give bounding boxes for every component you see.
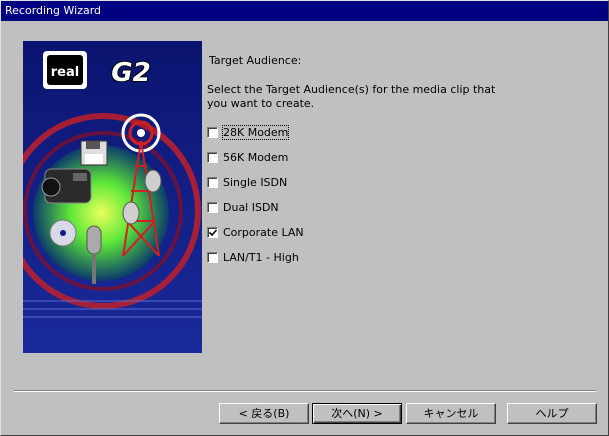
audience-options: 28K Modem 56K Modem Single ISDN Dual ISD…: [207, 125, 304, 276]
cancel-button[interactable]: キャンセル: [406, 403, 496, 424]
checkbox-corporate-lan[interactable]: [207, 227, 218, 238]
option-56k-modem[interactable]: 56K Modem: [207, 151, 304, 176]
banner-illustration: real G2: [23, 41, 202, 353]
option-label: 28K Modem: [221, 125, 290, 140]
next-button[interactable]: 次へ(N) >: [312, 403, 402, 424]
checkbox-lan-t1-high[interactable]: [207, 252, 218, 263]
option-label: 56K Modem: [223, 151, 289, 164]
option-label: Single ISDN: [223, 176, 288, 189]
camcorder-icon: [41, 168, 92, 204]
help-button[interactable]: ヘルプ: [507, 403, 597, 424]
target-audience-heading: Target Audience:: [209, 54, 302, 67]
floppy-disk-icon: [80, 140, 108, 166]
title-bar[interactable]: Recording Wizard: [1, 1, 608, 21]
checkbox-28k-modem[interactable]: [207, 127, 218, 138]
checkbox-dual-isdn[interactable]: [207, 202, 218, 213]
button-separator: [14, 390, 596, 392]
recording-wizard-window: Recording Wizard real G2 Target Audience…: [0, 0, 609, 436]
checkbox-56k-modem[interactable]: [207, 152, 218, 163]
window-title: Recording Wizard: [5, 4, 102, 17]
svg-text:real: real: [51, 65, 79, 80]
svg-text:G2: G2: [111, 58, 150, 88]
option-dual-isdn[interactable]: Dual ISDN: [207, 201, 304, 226]
option-label: LAN/T1 - High: [223, 251, 299, 264]
option-28k-modem[interactable]: 28K Modem: [207, 125, 304, 151]
back-button[interactable]: < 戻る(B): [219, 403, 309, 424]
option-label: Dual ISDN: [223, 201, 279, 214]
option-lan-t1-high[interactable]: LAN/T1 - High: [207, 251, 304, 276]
compact-disc-icon: [49, 219, 77, 247]
option-single-isdn[interactable]: Single ISDN: [207, 176, 304, 201]
instructions-text: Select the Target Audience(s) for the me…: [207, 83, 496, 110]
realg2-banner-image: real G2: [23, 41, 202, 353]
option-label: Corporate LAN: [223, 226, 304, 239]
checkmark-icon: [209, 229, 217, 237]
checkbox-single-isdn[interactable]: [207, 177, 218, 188]
option-corporate-lan[interactable]: Corporate LAN: [207, 226, 304, 251]
